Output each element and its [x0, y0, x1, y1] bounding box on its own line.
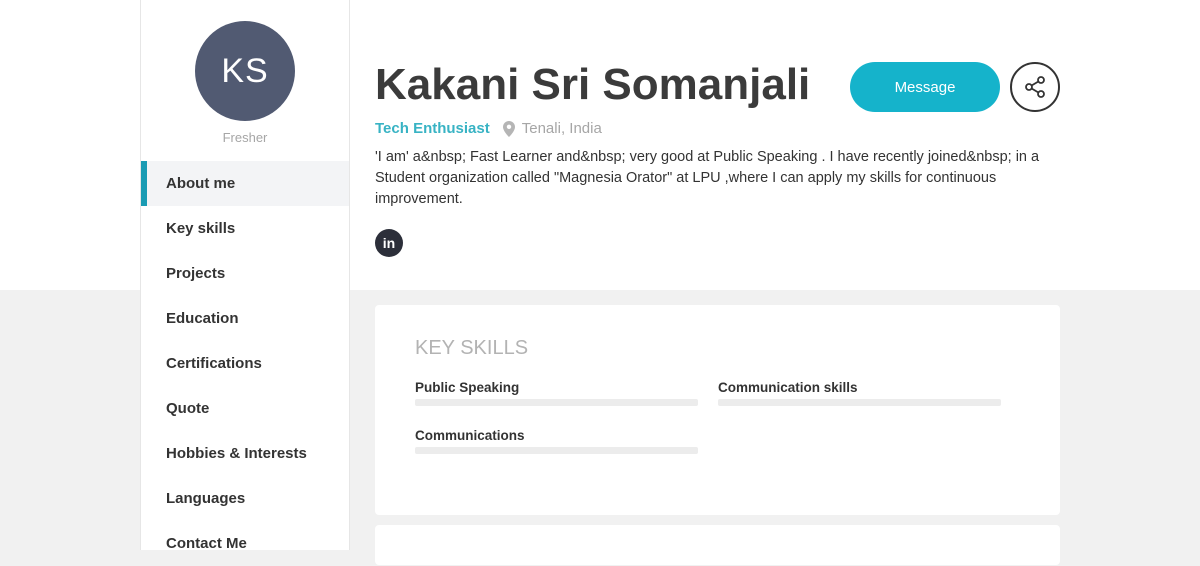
skill-item: Communications: [415, 428, 698, 454]
nav-item-quote[interactable]: Quote: [141, 386, 349, 431]
avatar: KS: [195, 21, 295, 121]
nav-item-projects[interactable]: Projects: [141, 251, 349, 296]
skill-bar: [415, 447, 698, 454]
profile-name: Kakani Sri Somanjali: [375, 60, 811, 109]
nav-item-hobbies[interactable]: Hobbies & Interests: [141, 431, 349, 476]
next-section-card: [375, 525, 1060, 565]
key-skills-title: KEY SKILLS: [415, 337, 529, 359]
profile-meta: Tech Enthusiast Tenali, India: [375, 120, 602, 137]
skill-item: Communication skills: [718, 380, 1001, 406]
skill-name: Communication skills: [718, 380, 858, 395]
skill-item: Public Speaking: [415, 380, 698, 406]
skill-name: Public Speaking: [415, 380, 520, 395]
skill-bar: [415, 399, 698, 406]
nav-item-certifications[interactable]: Certifications: [141, 341, 349, 386]
nav-item-contact-me[interactable]: Contact Me: [141, 521, 349, 566]
nav-item-key-skills[interactable]: Key skills: [141, 206, 349, 251]
key-skills-card: KEY SKILLS Public Speaking Communication…: [375, 305, 1060, 515]
message-button[interactable]: Message: [850, 62, 1000, 112]
nav-item-education[interactable]: Education: [141, 296, 349, 341]
share-button[interactable]: [1010, 62, 1060, 112]
experience-status: Fresher: [222, 130, 268, 145]
sidebar: KS Fresher About me Key skills Projects …: [140, 0, 350, 552]
skill-name: Communications: [415, 428, 525, 443]
location-pin-icon: [502, 120, 515, 137]
share-icon: [1025, 76, 1045, 98]
profile-location: Tenali, India: [521, 120, 602, 137]
sidebar-nav: About me Key skills Projects Education C…: [141, 161, 349, 566]
profile-tagline: Tech Enthusiast: [375, 120, 490, 137]
nav-item-languages[interactable]: Languages: [141, 476, 349, 521]
nav-item-about-me[interactable]: About me: [141, 161, 349, 206]
about-text: 'I am' a&nbsp; Fast Learner and&nbsp; ve…: [375, 149, 1040, 207]
linkedin-icon[interactable]: in: [375, 229, 403, 257]
skill-bar: [718, 399, 1001, 406]
